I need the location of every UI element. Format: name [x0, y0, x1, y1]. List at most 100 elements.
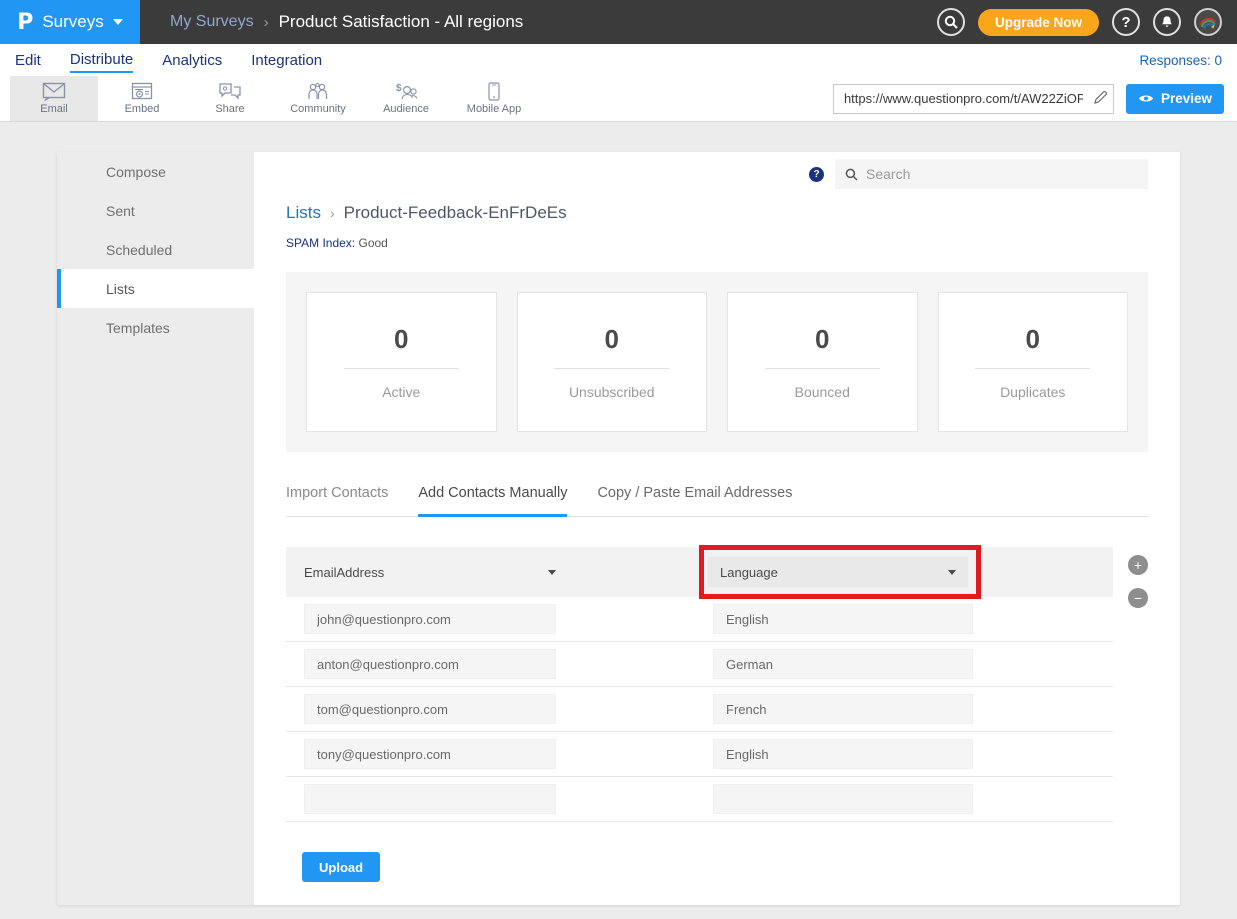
edit-url-pencil-icon[interactable] [1093, 90, 1108, 105]
survey-url-input[interactable] [833, 84, 1114, 114]
tab-copy-paste-email-addresses[interactable]: Copy / Paste Email Addresses [597, 485, 792, 517]
sidebar-item-compose[interactable]: Compose [57, 152, 254, 191]
add-row-button[interactable]: + [1128, 555, 1148, 575]
survey-section-nav: Edit Distribute Analytics Integration Re… [0, 44, 1237, 76]
question-mark-icon: ? [1121, 14, 1130, 31]
tab-distribute[interactable]: Distribute [70, 47, 133, 73]
chevron-down-icon [548, 570, 556, 575]
stat-label: Bounced [795, 384, 850, 400]
toolbar-item-audience[interactable]: $ Audience [362, 76, 450, 121]
bell-icon [1160, 15, 1174, 29]
product-switcher[interactable]: P Surveys [0, 0, 140, 44]
sidebar-item-sent[interactable]: Sent [57, 191, 254, 230]
spam-index-label: SPAM Index: [286, 236, 355, 250]
tab-integration[interactable]: Integration [251, 48, 322, 72]
minus-icon: − [1134, 589, 1142, 607]
distribute-toolbar: Email Embed Share Community $ Audience M… [0, 76, 1237, 122]
spam-index-value: Good [358, 236, 387, 250]
language-input[interactable] [713, 694, 973, 724]
breadcrumb: My Surveys › Product Satisfaction - All … [170, 0, 523, 44]
toolbar-item-label: Embed [125, 103, 160, 115]
stat-divider [554, 368, 669, 369]
email-address-column-dropdown[interactable]: EmailAddress [304, 565, 556, 580]
contact-row [286, 642, 1113, 687]
contact-row [286, 597, 1113, 642]
contacts-table: EmailAddress Language + − [286, 547, 1148, 822]
email-address-column-label: EmailAddress [304, 565, 384, 580]
remove-row-button[interactable]: − [1128, 588, 1148, 608]
contact-row [286, 732, 1113, 777]
contact-row [286, 777, 1113, 822]
toolbar-item-share[interactable]: Share [186, 76, 274, 121]
stat-value: 0 [605, 324, 619, 355]
search-button[interactable] [937, 8, 965, 36]
toolbar-item-label: Email [40, 103, 68, 115]
avatar-logo-icon [1196, 10, 1220, 34]
search-input[interactable] [866, 166, 1138, 182]
audience-icon: $ [393, 82, 419, 101]
toolbar-item-community[interactable]: Community [274, 76, 362, 121]
stat-label: Unsubscribed [569, 384, 655, 400]
tab-import-contacts[interactable]: Import Contacts [286, 485, 388, 517]
tab-add-contacts-manually[interactable]: Add Contacts Manually [418, 485, 567, 517]
toolbar-item-label: Share [215, 103, 244, 115]
page-body: Compose Sent Scheduled Lists Templates ?… [0, 122, 1237, 905]
language-input[interactable] [713, 649, 973, 679]
toolbar-item-mobile-app[interactable]: Mobile App [450, 76, 538, 121]
toolbar-item-label: Audience [383, 103, 429, 115]
toolbar-item-label: Community [290, 103, 346, 115]
contacts-tabs: Import Contacts Add Contacts Manually Co… [286, 485, 1148, 517]
share-icon [218, 82, 242, 101]
stat-divider [975, 368, 1090, 369]
list-search-box [835, 159, 1148, 189]
list-name: Product-Feedback-EnFrDeEs [344, 203, 567, 223]
email-input[interactable] [304, 694, 556, 724]
notifications-button[interactable] [1153, 8, 1181, 36]
help-button[interactable]: ? [1112, 8, 1140, 36]
tab-analytics[interactable]: Analytics [162, 48, 222, 72]
stat-card-duplicates: 0 Duplicates [938, 292, 1129, 432]
stat-card-active: 0 Active [306, 292, 497, 432]
help-icon[interactable]: ? [809, 167, 824, 182]
language-column-dropdown[interactable]: Language [708, 557, 968, 587]
header-actions: Upgrade Now ? [937, 0, 1237, 44]
stat-value: 0 [815, 324, 829, 355]
upload-button[interactable]: Upload [302, 852, 380, 882]
user-avatar[interactable] [1194, 8, 1222, 36]
upgrade-now-button[interactable]: Upgrade Now [978, 9, 1099, 36]
stat-label: Duplicates [1000, 384, 1065, 400]
lists-link[interactable]: Lists [286, 203, 321, 223]
email-input[interactable] [304, 739, 556, 769]
language-input[interactable] [713, 604, 973, 634]
lists-content: ? Lists › Product-Feedback-EnFrDeEs SPAM… [254, 152, 1180, 905]
responses-count: Responses: 0 [1139, 53, 1222, 68]
top-header: P Surveys My Surveys › Product Satisfact… [0, 0, 1237, 44]
email-input[interactable] [304, 604, 556, 634]
email-input[interactable] [304, 784, 556, 814]
language-input[interactable] [713, 784, 973, 814]
plus-icon: + [1134, 556, 1142, 574]
list-breadcrumb: Lists › Product-Feedback-EnFrDeEs [286, 203, 1148, 223]
questionpro-logo-icon: P [17, 10, 33, 35]
email-input[interactable] [304, 649, 556, 679]
sidebar-item-scheduled[interactable]: Scheduled [57, 230, 254, 269]
email-icon [42, 82, 66, 101]
sidebar-item-templates[interactable]: Templates [57, 308, 254, 347]
lists-card: Compose Sent Scheduled Lists Templates ?… [57, 152, 1180, 905]
tab-edit[interactable]: Edit [15, 48, 41, 72]
stat-value: 0 [1026, 324, 1040, 355]
distribute-sidebar: Compose Sent Scheduled Lists Templates [57, 152, 254, 905]
stat-label: Active [382, 384, 420, 400]
chevron-down-icon [113, 19, 123, 25]
language-input[interactable] [713, 739, 973, 769]
row-actions: + − [1128, 555, 1148, 608]
search-icon [944, 15, 958, 29]
preview-button[interactable]: Preview [1126, 84, 1224, 114]
sidebar-item-lists[interactable]: Lists [57, 269, 254, 308]
content-top-bar: ? [286, 159, 1148, 189]
toolbar-item-email[interactable]: Email [10, 76, 98, 121]
mobile-app-icon [488, 82, 500, 101]
language-column-label: Language [720, 565, 778, 580]
toolbar-item-embed[interactable]: Embed [98, 76, 186, 121]
breadcrumb-my-surveys[interactable]: My Surveys [170, 13, 254, 31]
